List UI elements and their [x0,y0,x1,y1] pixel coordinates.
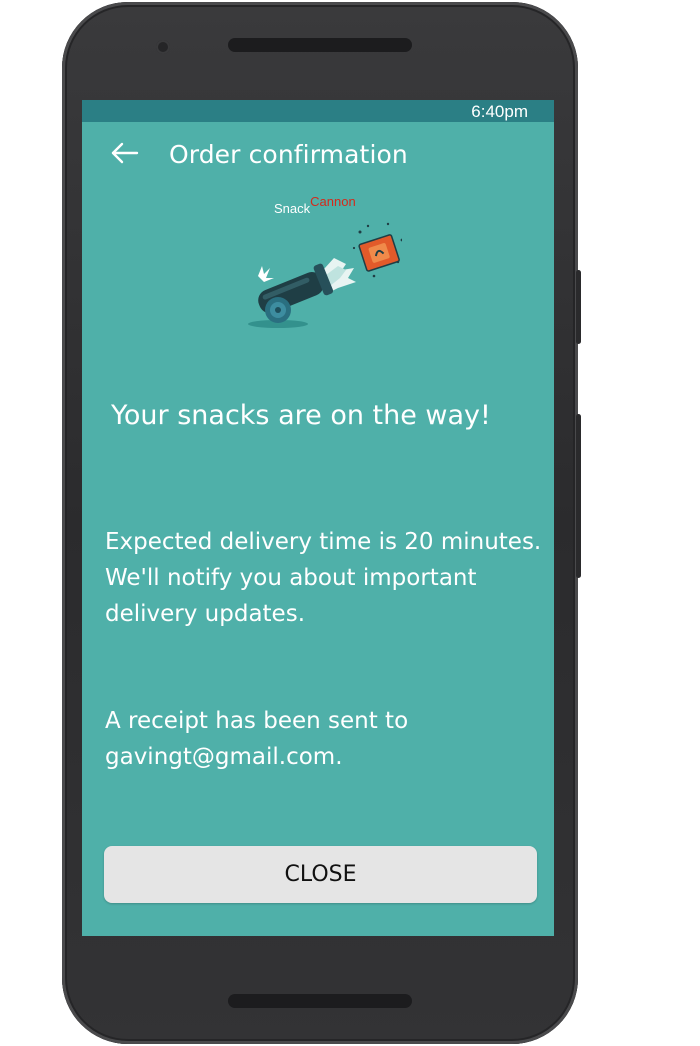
front-camera [156,40,170,54]
delivery-line-1: Expected delivery time is 20 minutes. [105,529,542,555]
top-speaker [228,38,412,52]
receipt-email: gavingt@gmail.com. [105,744,343,770]
logo-snack-text: Snack [274,201,311,216]
arrow-left-icon[interactable] [110,138,140,168]
logo-cannon-text: Cannon [310,194,356,209]
page-title: Order confirmation [169,140,408,169]
delivery-info: Expected delivery time is 20 minutes. We… [105,524,550,632]
bottom-speaker [228,994,412,1008]
cannon-icon [248,222,402,328]
status-time: 6:40pm [471,102,528,121]
app-screen: 6:40pm Order confirmation SnackCannon Yo… [82,100,554,936]
phone-frame: 6:40pm Order confirmation SnackCannon Yo… [62,2,581,1044]
app-bar: Order confirmation [82,122,554,184]
logo-wordmark: SnackCannon [274,194,356,216]
close-button[interactable]: CLOSE [104,846,537,903]
delivery-line-3: delivery updates. [105,601,306,627]
status-bar: 6:40pm [82,100,554,122]
headline-text: Your snacks are on the way! [111,400,491,431]
delivery-line-2: We'll notify you about important [105,565,477,591]
receipt-line-1: A receipt has been sent to [105,708,409,734]
power-button [576,270,581,344]
volume-button [576,414,581,578]
snackcannon-logo: SnackCannon [242,194,402,334]
receipt-info: A receipt has been sent to gavingt@gmail… [105,703,550,775]
